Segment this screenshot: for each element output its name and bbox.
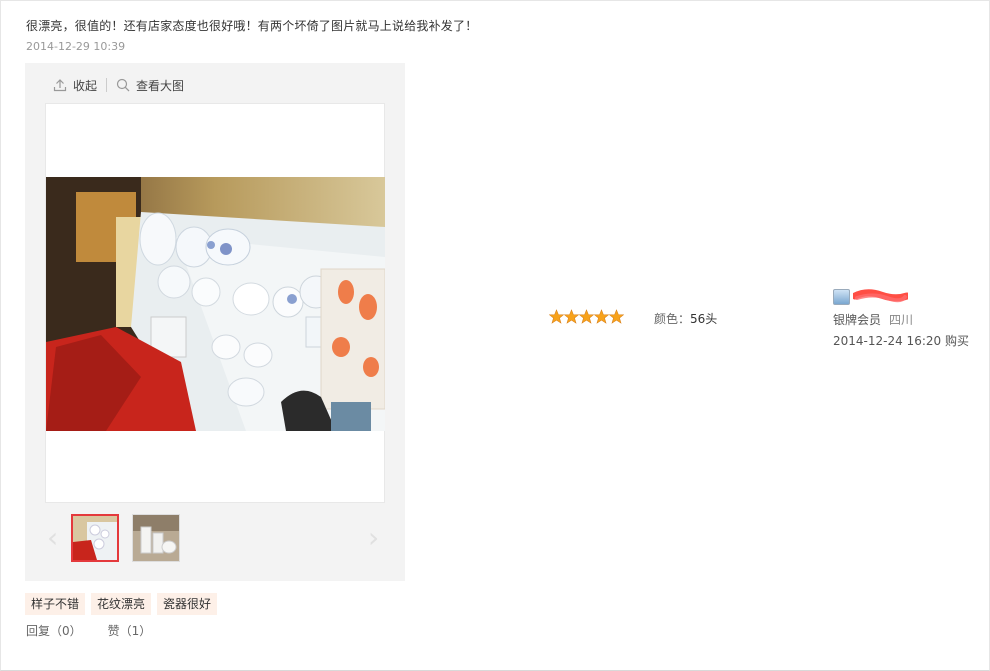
- thumbnail-strip: ‹ ›: [25, 511, 405, 567]
- review-content: 很漂亮，很值的！还有店家态度也很好哦！有两个坏倚了图片就马上说给我补发了！: [26, 19, 478, 33]
- tag-item: 瓷器很好: [157, 593, 218, 615]
- thumbnail-2[interactable]: [132, 514, 180, 562]
- view-large-button[interactable]: 查看大图: [116, 77, 184, 94]
- collapse-button[interactable]: 收起: [53, 77, 97, 94]
- toolbar-divider: [106, 78, 108, 92]
- star-rating: [549, 309, 624, 324]
- color-label: 颜色：: [654, 312, 691, 326]
- avatar[interactable]: [833, 289, 850, 305]
- star-icon: [549, 309, 564, 324]
- review-date: 2014-12-29 10:39: [26, 40, 126, 53]
- collapse-label: 收起: [73, 78, 98, 93]
- star-icon: [609, 309, 624, 324]
- review-photo-main[interactable]: [46, 177, 385, 431]
- image-gallery: 收起 查看大图 ‹ ›: [25, 63, 405, 581]
- reply-link[interactable]: 回复（0）: [26, 622, 82, 639]
- cups-thumb: [133, 515, 179, 561]
- review-tags: 样子不错 花纹漂亮 瓷器很好: [25, 593, 218, 615]
- dish-set-image: [46, 177, 385, 431]
- next-arrow-icon[interactable]: ›: [368, 524, 382, 552]
- review-actions: 回复（0） 赞（1）: [26, 622, 151, 639]
- thumbnail-1[interactable]: [71, 514, 119, 562]
- member-level-label: 银牌会员: [833, 313, 882, 327]
- product-color: 颜色：56头: [654, 310, 717, 327]
- tag-item: 花纹漂亮: [91, 593, 152, 615]
- view-large-label: 查看大图: [136, 78, 185, 93]
- member-level: 银牌会员 四川: [833, 311, 913, 328]
- dish-set-thumb: [73, 516, 117, 560]
- image-viewer[interactable]: [45, 103, 385, 503]
- upload-arrow-icon: [53, 79, 67, 92]
- star-icon: [594, 309, 609, 324]
- redacted-username: [853, 289, 908, 303]
- user-location: 四川: [889, 313, 914, 327]
- search-icon: [116, 78, 130, 92]
- like-link[interactable]: 赞（1）: [108, 622, 152, 639]
- tag-item: 样子不错: [25, 593, 86, 615]
- star-icon: [579, 309, 594, 324]
- prev-arrow-icon[interactable]: ‹: [47, 524, 61, 552]
- color-value: 56头: [690, 312, 718, 326]
- star-icon: [564, 309, 579, 324]
- purchase-date: 2014-12-24 16:20 购买: [833, 334, 969, 348]
- gallery-toolbar: 收起 查看大图: [53, 76, 184, 94]
